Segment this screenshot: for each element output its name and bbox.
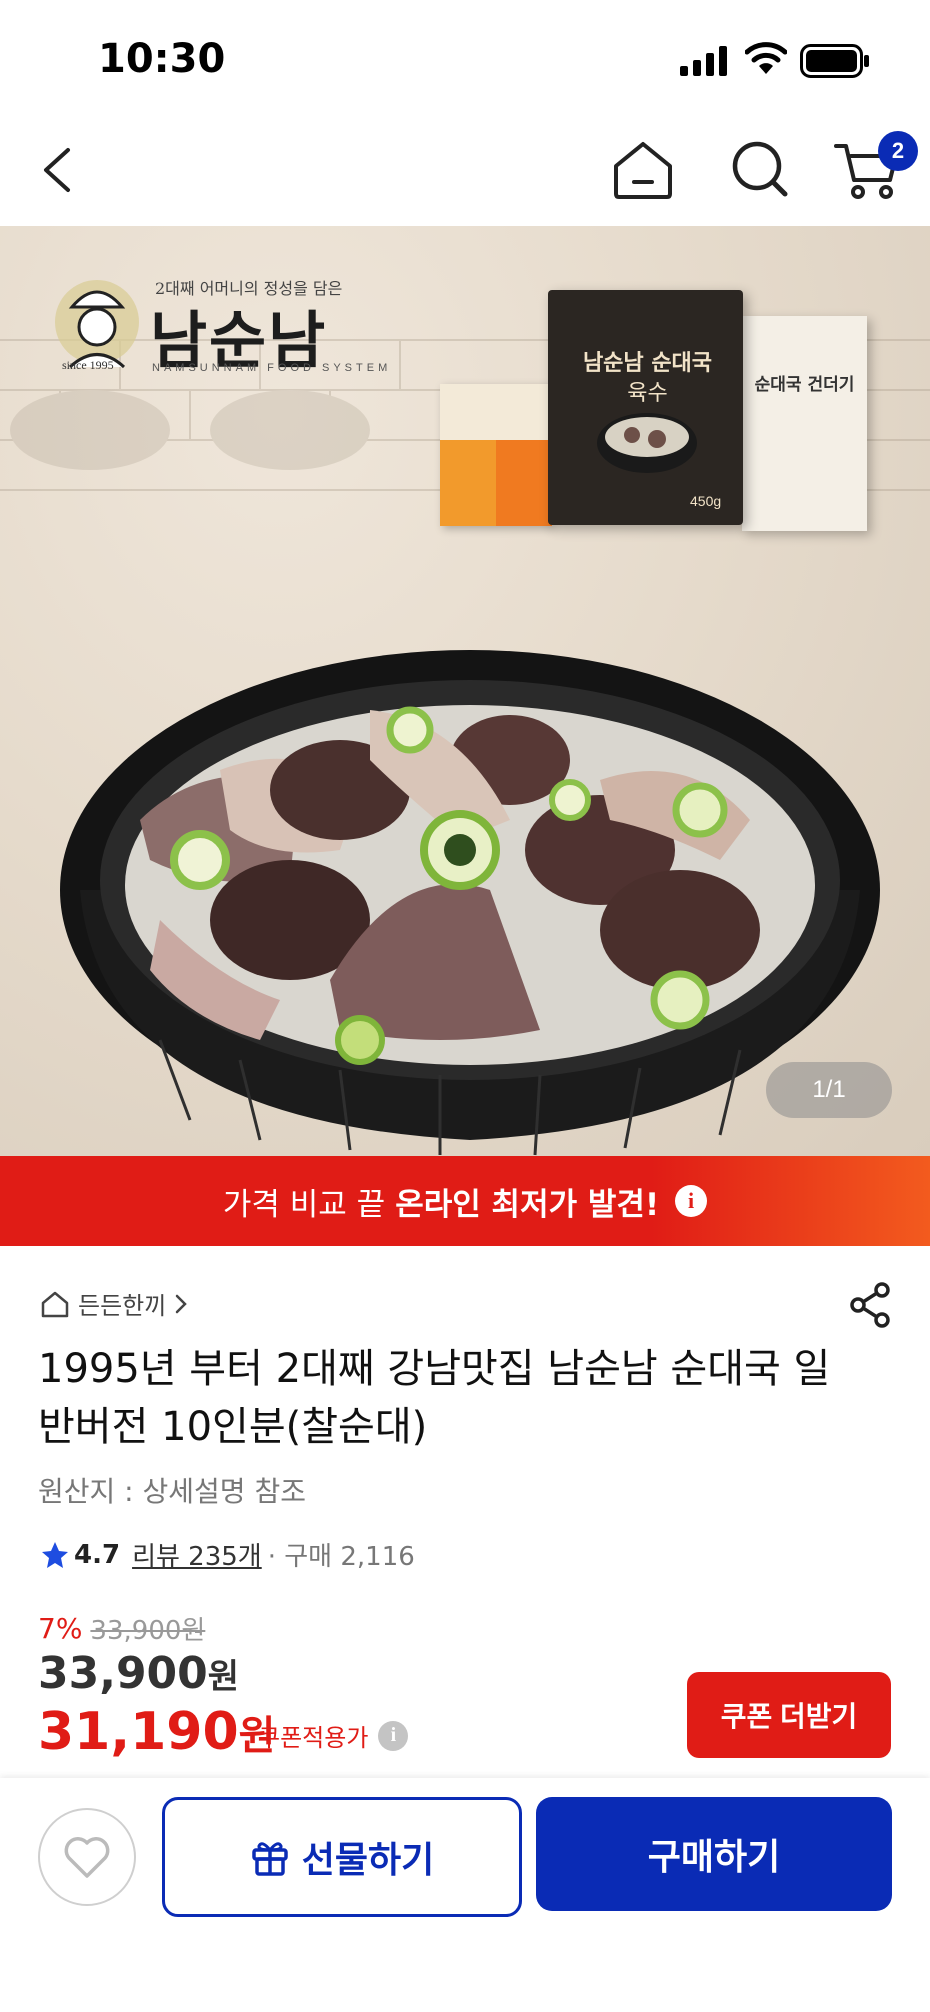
purchase-count: · 구매 2,116 xyxy=(267,1542,415,1572)
package-bowl-image xyxy=(597,413,697,473)
image-counter: 1/1 xyxy=(766,1062,892,1118)
package-weight: 450g xyxy=(690,493,722,509)
coupon-price: 31,190원 xyxy=(38,1702,275,1762)
original-price: 33,900원 xyxy=(90,1616,206,1646)
wishlist-button[interactable] xyxy=(38,1808,136,1906)
star-icon xyxy=(42,1541,68,1568)
brand-subtitle: NAMSUNNAM FOOD SYSTEM xyxy=(152,362,392,374)
rating-row: 4.7 리뷰 235개 · 구매 2,116 xyxy=(40,1536,415,1573)
broth-package-subtitle: 육수 xyxy=(627,381,668,406)
promo-highlight: 온라인 최저가 발견! xyxy=(395,1186,660,1223)
gift-icon xyxy=(252,1842,288,1876)
sauce-package-stripe xyxy=(496,440,552,526)
info-icon[interactable]: i xyxy=(675,1185,708,1217)
home-icon xyxy=(614,142,672,199)
product-title: 1995년 부터 2대째 강남맛집 남순남 순대국 일반버전 10인분(찰순대) xyxy=(38,1346,831,1450)
promo-prefix: 가격 비교 끝 xyxy=(222,1186,386,1223)
coupon-price-label: 쿠폰적용가 i xyxy=(258,1718,409,1753)
broth-package-title: 남순남 순대국 xyxy=(582,351,713,376)
cart-count-badge: 2 xyxy=(878,131,918,171)
gift-button[interactable]: 선물하기 xyxy=(162,1797,522,1917)
sauce-package-stripe xyxy=(440,440,496,526)
rating-value: 4.7 xyxy=(74,1539,121,1570)
search-icon xyxy=(732,141,788,197)
gift-button-label: 선물하기 xyxy=(301,1840,435,1881)
signal-icon xyxy=(680,46,727,76)
wifi-icon xyxy=(745,42,787,74)
discount-rate: 7% xyxy=(38,1612,83,1645)
search-button[interactable] xyxy=(725,134,795,204)
chef-logo-icon xyxy=(55,280,139,369)
category-breadcrumb[interactable]: 든든한끼 xyxy=(40,1286,188,1321)
get-more-coupons-button[interactable]: 쿠폰 더받기 xyxy=(687,1672,891,1758)
share-icon xyxy=(850,1282,890,1328)
chevron-right-icon xyxy=(176,1294,188,1313)
sale-price-value: 33,900 xyxy=(38,1648,208,1699)
discount-row: 7% 33,900원 xyxy=(38,1610,205,1647)
coupon-price-value: 31,190 xyxy=(38,1702,239,1762)
category-label: 든든한끼 xyxy=(78,1292,167,1320)
status-time: 10:30 xyxy=(98,36,226,82)
home-button[interactable] xyxy=(608,134,678,204)
back-button[interactable] xyxy=(30,138,88,202)
toppings-package-image xyxy=(742,316,867,531)
house-icon xyxy=(41,1291,69,1317)
review-count-link[interactable]: 리뷰 235개 xyxy=(132,1536,262,1573)
buy-button[interactable]: 구매하기 xyxy=(536,1797,892,1911)
product-origin: 원산지 : 상세설명 참조 xyxy=(38,1475,306,1508)
soup-bowl-image xyxy=(60,650,880,1156)
share-button[interactable] xyxy=(846,1280,896,1330)
battery-icon xyxy=(800,44,869,78)
heart-icon xyxy=(64,1837,110,1878)
back-icon xyxy=(44,148,70,192)
lowest-price-banner[interactable]: 가격 비교 끝 온라인 최저가 발견! i xyxy=(0,1156,930,1246)
brand-since: since 1995 xyxy=(62,358,114,372)
coupon-label-text: 쿠폰적용가 xyxy=(258,1724,369,1752)
info-icon[interactable]: i xyxy=(378,1720,409,1751)
sale-price: 33,900원 xyxy=(38,1648,239,1699)
toppings-package-label: 순대국 건더기 xyxy=(754,375,855,395)
sale-price-unit: 원 xyxy=(207,1657,240,1697)
